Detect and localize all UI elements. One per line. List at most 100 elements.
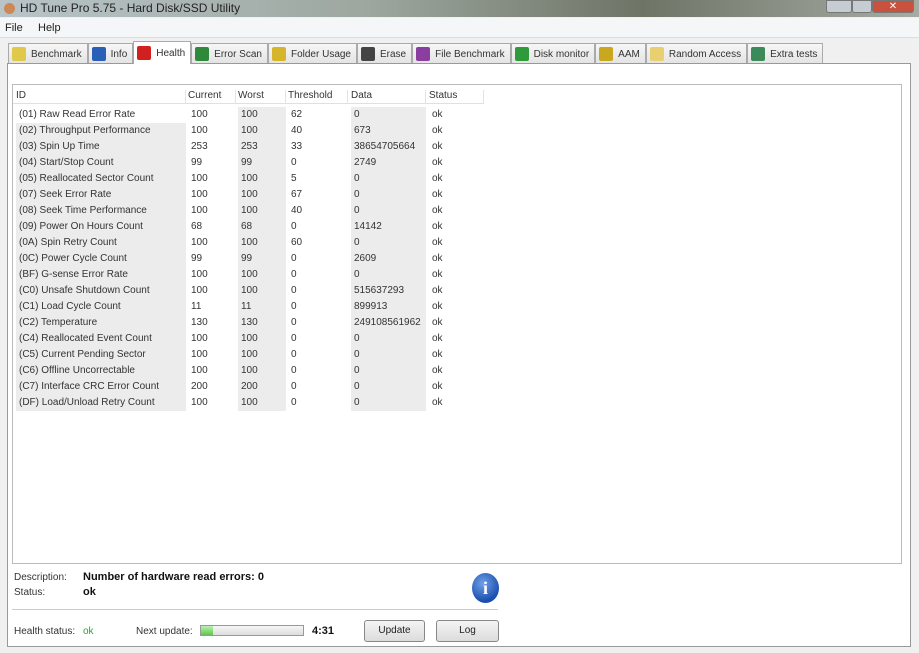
row-threshold: 0 bbox=[291, 157, 297, 168]
tab-info[interactable]: Info bbox=[87, 43, 134, 64]
tab-folder-usage[interactable]: Folder Usage bbox=[267, 43, 357, 64]
next-update-label: Next update: bbox=[136, 626, 193, 637]
row-worst: 100 bbox=[238, 235, 286, 251]
table-row[interactable]: (04) Start/Stop Count 99 99 0 2749 ok bbox=[13, 155, 493, 171]
row-status: ok bbox=[432, 333, 443, 344]
info-icon bbox=[91, 47, 106, 61]
row-threshold: 0 bbox=[291, 269, 297, 280]
row-id: (04) Start/Stop Count bbox=[16, 155, 186, 171]
close-button[interactable]: ✕ bbox=[872, 0, 914, 13]
minimize-button[interactable] bbox=[826, 0, 852, 13]
row-id: (BF) G-sense Error Rate bbox=[16, 267, 186, 283]
table-row[interactable]: (0A) Spin Retry Count 100 100 60 0 ok bbox=[13, 235, 493, 251]
row-data: 2749 bbox=[351, 155, 426, 171]
row-current: 100 bbox=[191, 189, 208, 200]
table-row[interactable]: (C5) Current Pending Sector 100 100 0 0 ok bbox=[13, 347, 493, 363]
row-threshold: 62 bbox=[291, 109, 303, 120]
log-button[interactable]: Log bbox=[436, 620, 499, 642]
tab-erase[interactable]: Erase bbox=[357, 43, 413, 64]
table-row[interactable]: (09) Power On Hours Count 68 68 0 14142 ok bbox=[13, 219, 493, 235]
table-row[interactable]: (C7) Interface CRC Error Count 200 200 0 0 ok bbox=[13, 379, 493, 395]
row-data: 14142 bbox=[351, 219, 426, 235]
tab-extra-tests[interactable]: Extra tests bbox=[747, 43, 824, 64]
tab-label: Folder Usage bbox=[290, 48, 351, 60]
table-row[interactable]: (BF) G-sense Error Rate 100 100 0 0 ok bbox=[13, 267, 493, 283]
row-worst: 68 bbox=[238, 219, 286, 235]
row-threshold: 0 bbox=[291, 253, 297, 264]
row-current: 100 bbox=[191, 397, 208, 408]
row-id: (03) Spin Up Time bbox=[16, 139, 186, 155]
menu-file[interactable]: File bbox=[5, 22, 23, 34]
title-bar: HD Tune Pro 5.75 - Hard Disk/SSD Utility… bbox=[0, 0, 919, 17]
col-data[interactable]: Data bbox=[351, 90, 426, 104]
table-header: ID Current Worst Threshold Data Status bbox=[13, 87, 484, 104]
col-current[interactable]: Current bbox=[188, 90, 236, 104]
table-row[interactable]: (08) Seek Time Performance 100 100 40 0 ok bbox=[13, 203, 493, 219]
col-id[interactable]: ID bbox=[16, 90, 186, 104]
row-current: 100 bbox=[191, 285, 208, 296]
tab-label: Random Access bbox=[668, 48, 742, 60]
tab-benchmark[interactable]: Benchmark bbox=[8, 43, 88, 64]
row-data: 0 bbox=[351, 363, 426, 379]
tab-random-access[interactable]: Random Access bbox=[645, 43, 748, 64]
table-row[interactable]: (07) Seek Error Rate 100 100 67 0 ok bbox=[13, 187, 493, 203]
window-title: HD Tune Pro 5.75 - Hard Disk/SSD Utility bbox=[20, 1, 241, 15]
col-threshold[interactable]: Threshold bbox=[288, 90, 348, 104]
description-label: Description: bbox=[14, 572, 67, 583]
row-worst: 99 bbox=[238, 251, 286, 267]
row-status: ok bbox=[432, 301, 443, 312]
row-id: (C7) Interface CRC Error Count bbox=[16, 379, 186, 395]
update-button[interactable]: Update bbox=[364, 620, 425, 642]
row-data: 0 bbox=[351, 331, 426, 347]
row-data: 0 bbox=[351, 171, 426, 187]
next-update-progress bbox=[200, 625, 304, 636]
table-row[interactable]: (C4) Reallocated Event Count 100 100 0 0 ok bbox=[13, 331, 493, 347]
table-row[interactable]: (02) Throughput Performance 100 100 40 673 ok bbox=[13, 123, 493, 139]
table-row[interactable]: (DF) Load/Unload Retry Count 100 100 0 0 ok bbox=[13, 395, 493, 411]
app-icon bbox=[4, 3, 15, 14]
description-value: Number of hardware read errors: 0 bbox=[83, 571, 264, 583]
progress-fill bbox=[201, 626, 214, 635]
row-data: 0 bbox=[351, 267, 426, 283]
tab-health[interactable]: Health bbox=[133, 41, 192, 64]
row-current: 100 bbox=[191, 205, 208, 216]
row-current: 100 bbox=[191, 365, 208, 376]
tab-label: Error Scan bbox=[214, 48, 262, 60]
tab-aam[interactable]: AAM bbox=[595, 43, 646, 64]
tab-file-benchmark[interactable]: File Benchmark bbox=[412, 43, 511, 64]
row-id: (DF) Load/Unload Retry Count bbox=[16, 395, 186, 411]
info-icon: i bbox=[472, 573, 499, 603]
table-row[interactable]: (C2) Temperature 130 130 0 249108561962 ok bbox=[13, 315, 493, 331]
col-worst[interactable]: Worst bbox=[238, 90, 286, 104]
maximize-button[interactable] bbox=[852, 0, 872, 13]
row-data: 673 bbox=[351, 123, 426, 139]
col-status[interactable]: Status bbox=[429, 90, 484, 104]
table-row[interactable]: (03) Spin Up Time 253 253 33 38654705664 ok bbox=[13, 139, 493, 155]
row-worst: 100 bbox=[238, 203, 286, 219]
row-threshold: 0 bbox=[291, 365, 297, 376]
table-row[interactable]: (0C) Power Cycle Count 99 99 0 2609 ok bbox=[13, 251, 493, 267]
table-row[interactable]: (C0) Unsafe Shutdown Count 100 100 0 5156372… bbox=[13, 283, 493, 299]
row-worst: 100 bbox=[238, 363, 286, 379]
row-id: (08) Seek Time Performance bbox=[16, 203, 186, 219]
tab-label: File Benchmark bbox=[435, 48, 505, 60]
row-id: (C4) Reallocated Event Count bbox=[16, 331, 186, 347]
table-row[interactable]: (05) Reallocated Sector Count 100 100 5 0 ok bbox=[13, 171, 493, 187]
tab-label: AAM bbox=[618, 48, 640, 60]
row-data: 0 bbox=[351, 395, 426, 411]
table-row[interactable]: (01) Raw Read Error Rate 100 100 62 0 ok bbox=[13, 107, 493, 123]
table-row[interactable]: (C1) Load Cycle Count 11 11 0 899913 ok bbox=[13, 299, 493, 315]
table-row[interactable]: (C6) Offline Uncorrectable 100 100 0 0 ok bbox=[13, 363, 493, 379]
tab-disk-monitor[interactable]: Disk monitor bbox=[510, 43, 596, 64]
row-worst: 253 bbox=[238, 139, 286, 155]
health-icon bbox=[137, 46, 152, 60]
menu-help[interactable]: Help bbox=[38, 22, 61, 34]
row-id: (09) Power On Hours Count bbox=[16, 219, 186, 235]
row-worst: 100 bbox=[238, 267, 286, 283]
row-current: 100 bbox=[191, 333, 208, 344]
row-threshold: 0 bbox=[291, 301, 297, 312]
row-current: 130 bbox=[191, 317, 208, 328]
folder-usage-icon bbox=[271, 47, 286, 61]
smart-table[interactable]: ID Current Worst Threshold Data Status (… bbox=[12, 84, 902, 564]
tab-error-scan[interactable]: Error Scan bbox=[191, 43, 268, 64]
